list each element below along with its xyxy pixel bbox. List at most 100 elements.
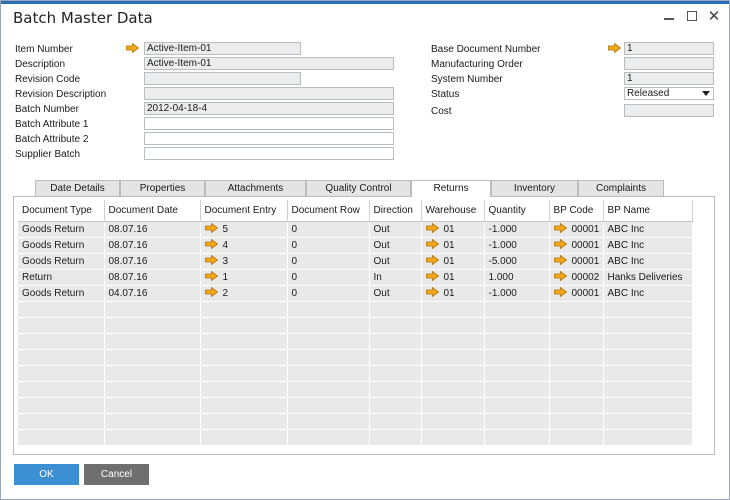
link-arrow-icon[interactable]: [553, 255, 567, 265]
empty-cell[interactable]: [603, 365, 693, 382]
item-number-link-arrow-icon[interactable]: [126, 43, 139, 53]
empty-table-row[interactable]: [18, 349, 693, 366]
cell-document-row[interactable]: 0: [287, 285, 370, 302]
tab-complaints[interactable]: Complaints: [578, 180, 664, 196]
empty-cell[interactable]: [603, 301, 693, 318]
column-header-document-type[interactable]: Document Type: [18, 200, 105, 222]
link-arrow-icon[interactable]: [553, 271, 567, 281]
empty-cell[interactable]: [549, 317, 604, 334]
minimize-icon[interactable]: [659, 7, 679, 27]
empty-cell[interactable]: [421, 413, 485, 430]
cell-quantity[interactable]: -1.000: [484, 237, 550, 254]
empty-cell[interactable]: [484, 397, 550, 414]
tab-inventory[interactable]: Inventory: [491, 180, 578, 196]
table-row[interactable]: Goods Return 08.07.16 4 0 Out 01 -1.000 00001 AB…: [18, 237, 693, 254]
cell-document-row[interactable]: 0: [287, 221, 370, 238]
empty-cell[interactable]: [484, 413, 550, 430]
cell-document-type[interactable]: Goods Return: [18, 237, 105, 254]
empty-cell[interactable]: [200, 301, 288, 318]
empty-cell[interactable]: [200, 429, 288, 446]
empty-cell[interactable]: [104, 349, 201, 366]
empty-cell[interactable]: [421, 333, 485, 350]
cell-warehouse[interactable]: 01: [421, 285, 485, 302]
empty-cell[interactable]: [484, 381, 550, 398]
empty-table-row[interactable]: [18, 317, 693, 334]
tab-properties[interactable]: Properties: [120, 180, 205, 196]
cell-warehouse[interactable]: 01: [421, 269, 485, 286]
table-row[interactable]: Goods Return 08.07.16 5 0 Out 01 -1.000 00001 AB…: [18, 221, 693, 238]
cell-document-row[interactable]: 0: [287, 269, 370, 286]
empty-cell[interactable]: [18, 349, 105, 366]
link-arrow-icon[interactable]: [204, 223, 218, 233]
empty-cell[interactable]: [104, 317, 201, 334]
empty-cell[interactable]: [200, 413, 288, 430]
empty-cell[interactable]: [104, 397, 201, 414]
cell-document-entry[interactable]: 1: [200, 269, 288, 286]
cell-document-entry[interactable]: 3: [200, 253, 288, 270]
empty-cell[interactable]: [18, 317, 105, 334]
cell-document-type[interactable]: Return: [18, 269, 105, 286]
cell-bp-code[interactable]: 00001: [549, 237, 604, 254]
table-row[interactable]: Goods Return 04.07.16 2 0 Out 01 -1.000 00001 AB…: [18, 285, 693, 302]
cell-document-date[interactable]: 08.07.16: [104, 269, 201, 286]
link-arrow-icon[interactable]: [425, 271, 439, 281]
empty-cell[interactable]: [484, 301, 550, 318]
column-header-document-date[interactable]: Document Date: [104, 200, 201, 222]
empty-cell[interactable]: [603, 333, 693, 350]
empty-cell[interactable]: [369, 381, 422, 398]
cell-quantity[interactable]: -1.000: [484, 285, 550, 302]
empty-table-row[interactable]: [18, 333, 693, 350]
empty-cell[interactable]: [369, 413, 422, 430]
empty-cell[interactable]: [484, 349, 550, 366]
empty-cell[interactable]: [104, 381, 201, 398]
link-arrow-icon[interactable]: [204, 255, 218, 265]
empty-cell[interactable]: [603, 413, 693, 430]
column-header-quantity[interactable]: Quantity: [484, 200, 550, 222]
link-arrow-icon[interactable]: [204, 287, 218, 297]
cell-warehouse[interactable]: 01: [421, 253, 485, 270]
empty-cell[interactable]: [369, 301, 422, 318]
tab-date-details[interactable]: Date Details: [35, 180, 120, 196]
empty-cell[interactable]: [287, 429, 370, 446]
cell-warehouse[interactable]: 01: [421, 221, 485, 238]
empty-cell[interactable]: [200, 333, 288, 350]
cell-bp-name[interactable]: ABC Inc: [603, 253, 693, 270]
empty-cell[interactable]: [549, 397, 604, 414]
empty-cell[interactable]: [484, 365, 550, 382]
system-number-field[interactable]: 1: [624, 72, 714, 85]
cell-document-row[interactable]: 0: [287, 237, 370, 254]
cell-document-row[interactable]: 0: [287, 253, 370, 270]
cell-bp-code[interactable]: 00001: [549, 253, 604, 270]
cell-document-type[interactable]: Goods Return: [18, 285, 105, 302]
batch-attribute-2-field[interactable]: [144, 132, 394, 145]
empty-cell[interactable]: [549, 381, 604, 398]
link-arrow-icon[interactable]: [553, 287, 567, 297]
empty-cell[interactable]: [200, 381, 288, 398]
link-arrow-icon[interactable]: [553, 239, 567, 249]
status-dropdown[interactable]: Released: [624, 87, 714, 100]
empty-cell[interactable]: [104, 365, 201, 382]
table-row[interactable]: Goods Return 08.07.16 3 0 Out 01 -5.000 00001 AB…: [18, 253, 693, 270]
empty-cell[interactable]: [603, 381, 693, 398]
cell-bp-code[interactable]: 00002: [549, 269, 604, 286]
empty-cell[interactable]: [18, 333, 105, 350]
empty-cell[interactable]: [369, 429, 422, 446]
cell-warehouse[interactable]: 01: [421, 237, 485, 254]
tab-returns[interactable]: Returns: [411, 180, 491, 197]
description-field[interactable]: Active-Item-01: [144, 57, 394, 70]
cell-bp-name[interactable]: ABC Inc: [603, 285, 693, 302]
column-header-document-entry[interactable]: Document Entry: [200, 200, 288, 222]
ok-button[interactable]: OK: [14, 464, 79, 485]
empty-cell[interactable]: [421, 429, 485, 446]
empty-cell[interactable]: [200, 365, 288, 382]
empty-cell[interactable]: [369, 397, 422, 414]
cell-bp-code[interactable]: 00001: [549, 285, 604, 302]
empty-cell[interactable]: [200, 397, 288, 414]
empty-cell[interactable]: [18, 397, 105, 414]
manufacturing-order-field[interactable]: [624, 57, 714, 70]
empty-cell[interactable]: [287, 397, 370, 414]
cell-bp-code[interactable]: 00001: [549, 221, 604, 238]
cell-document-entry[interactable]: 4: [200, 237, 288, 254]
column-header-document-row[interactable]: Document Row: [287, 200, 370, 222]
empty-cell[interactable]: [549, 365, 604, 382]
